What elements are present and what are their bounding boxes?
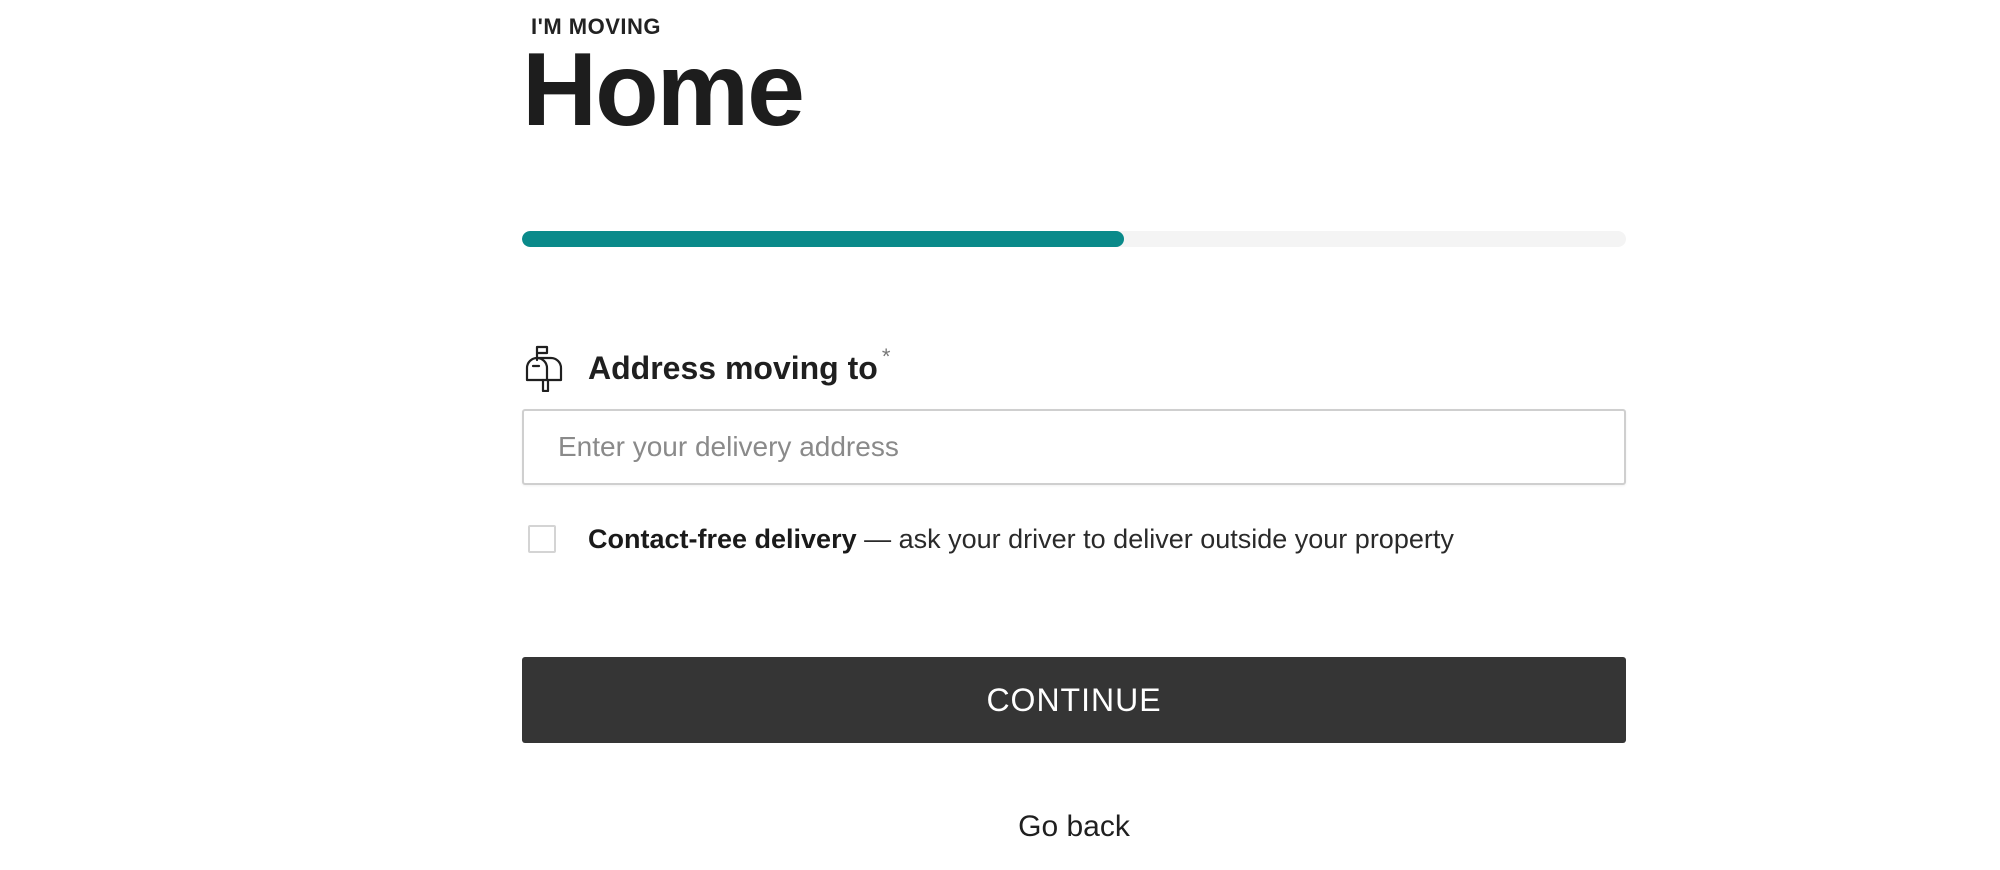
contact-free-text: Contact-free delivery — ask your driver … (588, 524, 1454, 555)
contact-free-description: — ask your driver to deliver outside you… (856, 523, 1454, 554)
contact-free-label: Contact-free delivery (588, 523, 857, 554)
required-asterisk: * (881, 344, 891, 369)
address-label-row: Address moving to * (522, 344, 890, 392)
progress-bar-fill (522, 231, 1124, 247)
mailbox-icon (522, 344, 566, 392)
address-label: Address moving to (588, 349, 878, 386)
delivery-address-input[interactable] (522, 409, 1626, 485)
progress-bar (522, 231, 1626, 247)
page-title: Home (522, 32, 805, 148)
page: I'M MOVING Home Address moving to * Cont… (0, 0, 2000, 870)
continue-button[interactable]: CONTINUE (522, 657, 1626, 743)
go-back-link[interactable]: Go back (522, 810, 1626, 844)
contact-free-checkbox[interactable] (528, 525, 556, 553)
contact-free-option[interactable]: Contact-free delivery — ask your driver … (528, 522, 1454, 556)
